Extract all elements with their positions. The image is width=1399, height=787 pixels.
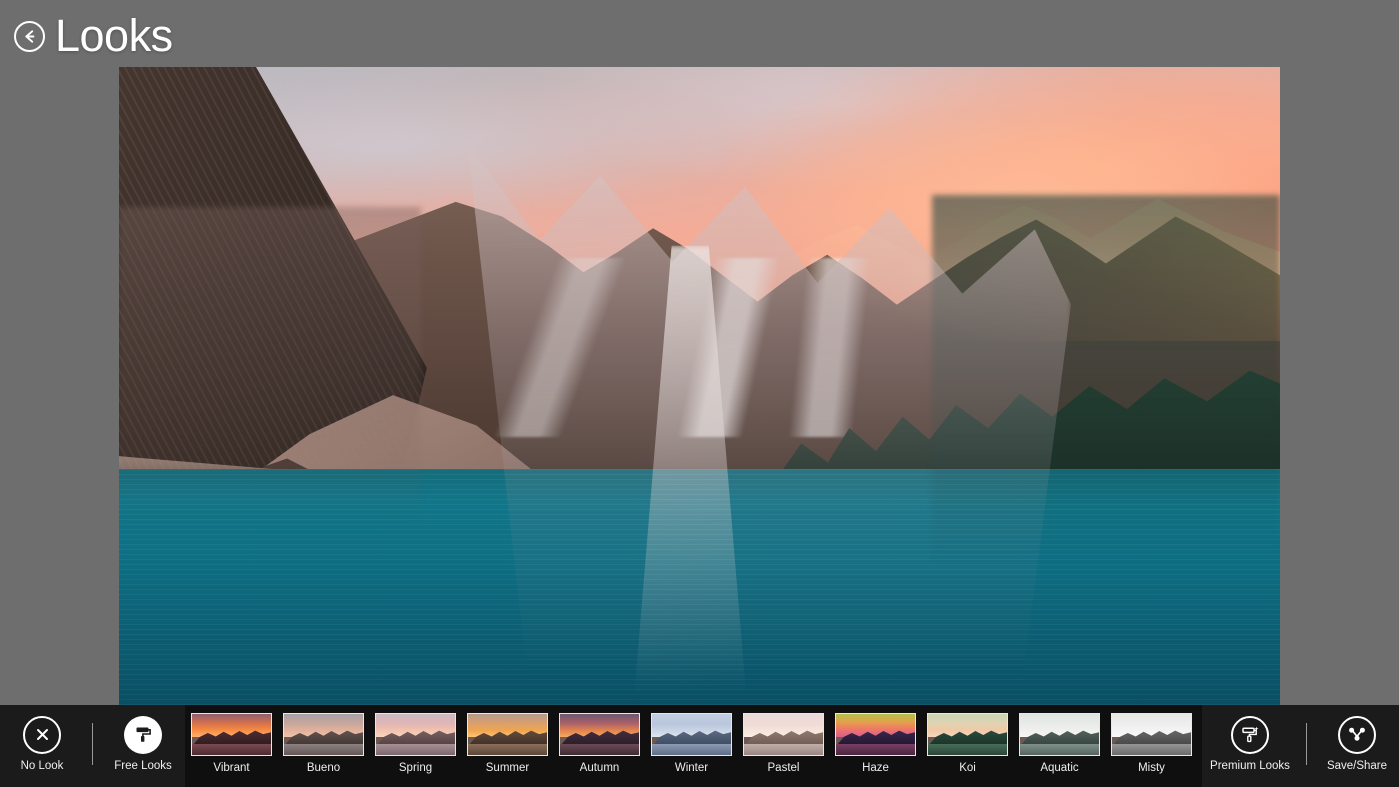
look-thumbnail-label: Koi — [959, 762, 976, 774]
paint-roller-sparkle-icon — [1231, 715, 1269, 754]
look-thumbnail-image — [1019, 713, 1100, 756]
page-title: Looks — [55, 9, 173, 61]
look-thumbnail-water — [376, 743, 455, 755]
look-thumbnail-image — [835, 713, 916, 756]
save-share-button[interactable]: Save/Share — [1315, 705, 1399, 787]
edited-photo — [119, 67, 1280, 705]
look-thumbnail-water — [284, 743, 363, 755]
header: Looks — [0, 0, 1399, 68]
look-thumbnail-image — [743, 713, 824, 756]
look-thumbnail[interactable]: Aquatic — [1019, 713, 1100, 774]
look-thumbnail-label: Bueno — [306, 762, 341, 774]
look-thumbnail-label: Pastel — [767, 762, 800, 774]
share-icon — [1338, 715, 1376, 754]
looks-thumbnail-strip[interactable]: Vibrant Bueno Spring Summer Autumn Winter Past… — [185, 705, 1202, 787]
free-looks-button[interactable]: Free Looks — [101, 705, 185, 787]
look-thumbnail-water — [836, 743, 915, 755]
back-arrow-circle-icon[interactable] — [14, 21, 45, 52]
look-thumbnail[interactable]: Winter — [651, 713, 732, 774]
divider — [1306, 723, 1307, 765]
look-thumbnail-image — [1111, 713, 1192, 756]
look-thumbnail[interactable]: Pastel — [743, 713, 824, 774]
premium-looks-label: Premium Looks — [1210, 759, 1290, 772]
look-thumbnail-label: Summer — [485, 762, 530, 774]
look-thumbnail[interactable]: Spring — [375, 713, 456, 774]
look-thumbnail-water — [928, 743, 1007, 755]
look-thumbnail[interactable]: Koi — [927, 713, 1008, 774]
premium-looks-button[interactable]: Premium Looks — [1202, 705, 1298, 787]
look-thumbnail-water — [1112, 743, 1191, 755]
save-share-label: Save/Share — [1326, 759, 1388, 772]
look-thumbnail-image — [283, 713, 364, 756]
look-thumbnail-water — [1020, 743, 1099, 755]
look-thumbnail[interactable]: Autumn — [559, 713, 640, 774]
look-thumbnail[interactable]: Misty — [1111, 713, 1192, 774]
look-thumbnail-label: Aquatic — [1040, 762, 1079, 774]
look-thumbnail-image — [375, 713, 456, 756]
look-thumbnail-image — [927, 713, 1008, 756]
no-look-button[interactable]: No Look — [0, 705, 84, 787]
photo-canvas[interactable] — [119, 67, 1280, 705]
looks-thumbnail-list: Vibrant Bueno Spring Summer Autumn Winter Past… — [185, 705, 1202, 787]
looks-editor-screen: Looks No Look Free Looks Vibrant Bueno S… — [0, 0, 1399, 787]
look-thumbnail-image — [467, 713, 548, 756]
look-thumbnail-water — [744, 743, 823, 755]
look-thumbnail-label: Vibrant — [213, 762, 250, 774]
photo-lake-ripples — [119, 468, 1280, 705]
look-thumbnail[interactable]: Vibrant — [191, 713, 272, 774]
paint-roller-icon — [124, 715, 162, 754]
look-thumbnail-label: Haze — [862, 762, 889, 774]
look-thumbnail-label: Winter — [674, 762, 709, 774]
look-thumbnail[interactable]: Haze — [835, 713, 916, 774]
divider — [92, 723, 93, 765]
look-thumbnail[interactable]: Summer — [467, 713, 548, 774]
free-looks-label: Free Looks — [114, 759, 172, 772]
look-thumbnail-image — [559, 713, 640, 756]
no-look-label: No Look — [20, 759, 64, 772]
bottom-app-bar: No Look Free Looks Vibrant Bueno Spring Sum… — [0, 705, 1399, 787]
look-thumbnail-image — [191, 713, 272, 756]
look-thumbnail-image — [651, 713, 732, 756]
look-thumbnail-label: Spring — [398, 762, 433, 774]
look-thumbnail-label: Misty — [1138, 762, 1165, 774]
look-thumbnail-water — [652, 743, 731, 755]
look-thumbnail-water — [192, 743, 271, 755]
look-thumbnail-water — [560, 743, 639, 755]
x-circle-icon — [23, 715, 61, 754]
look-thumbnail-water — [468, 743, 547, 755]
look-thumbnail[interactable]: Bueno — [283, 713, 364, 774]
look-thumbnail-label: Autumn — [579, 762, 620, 774]
